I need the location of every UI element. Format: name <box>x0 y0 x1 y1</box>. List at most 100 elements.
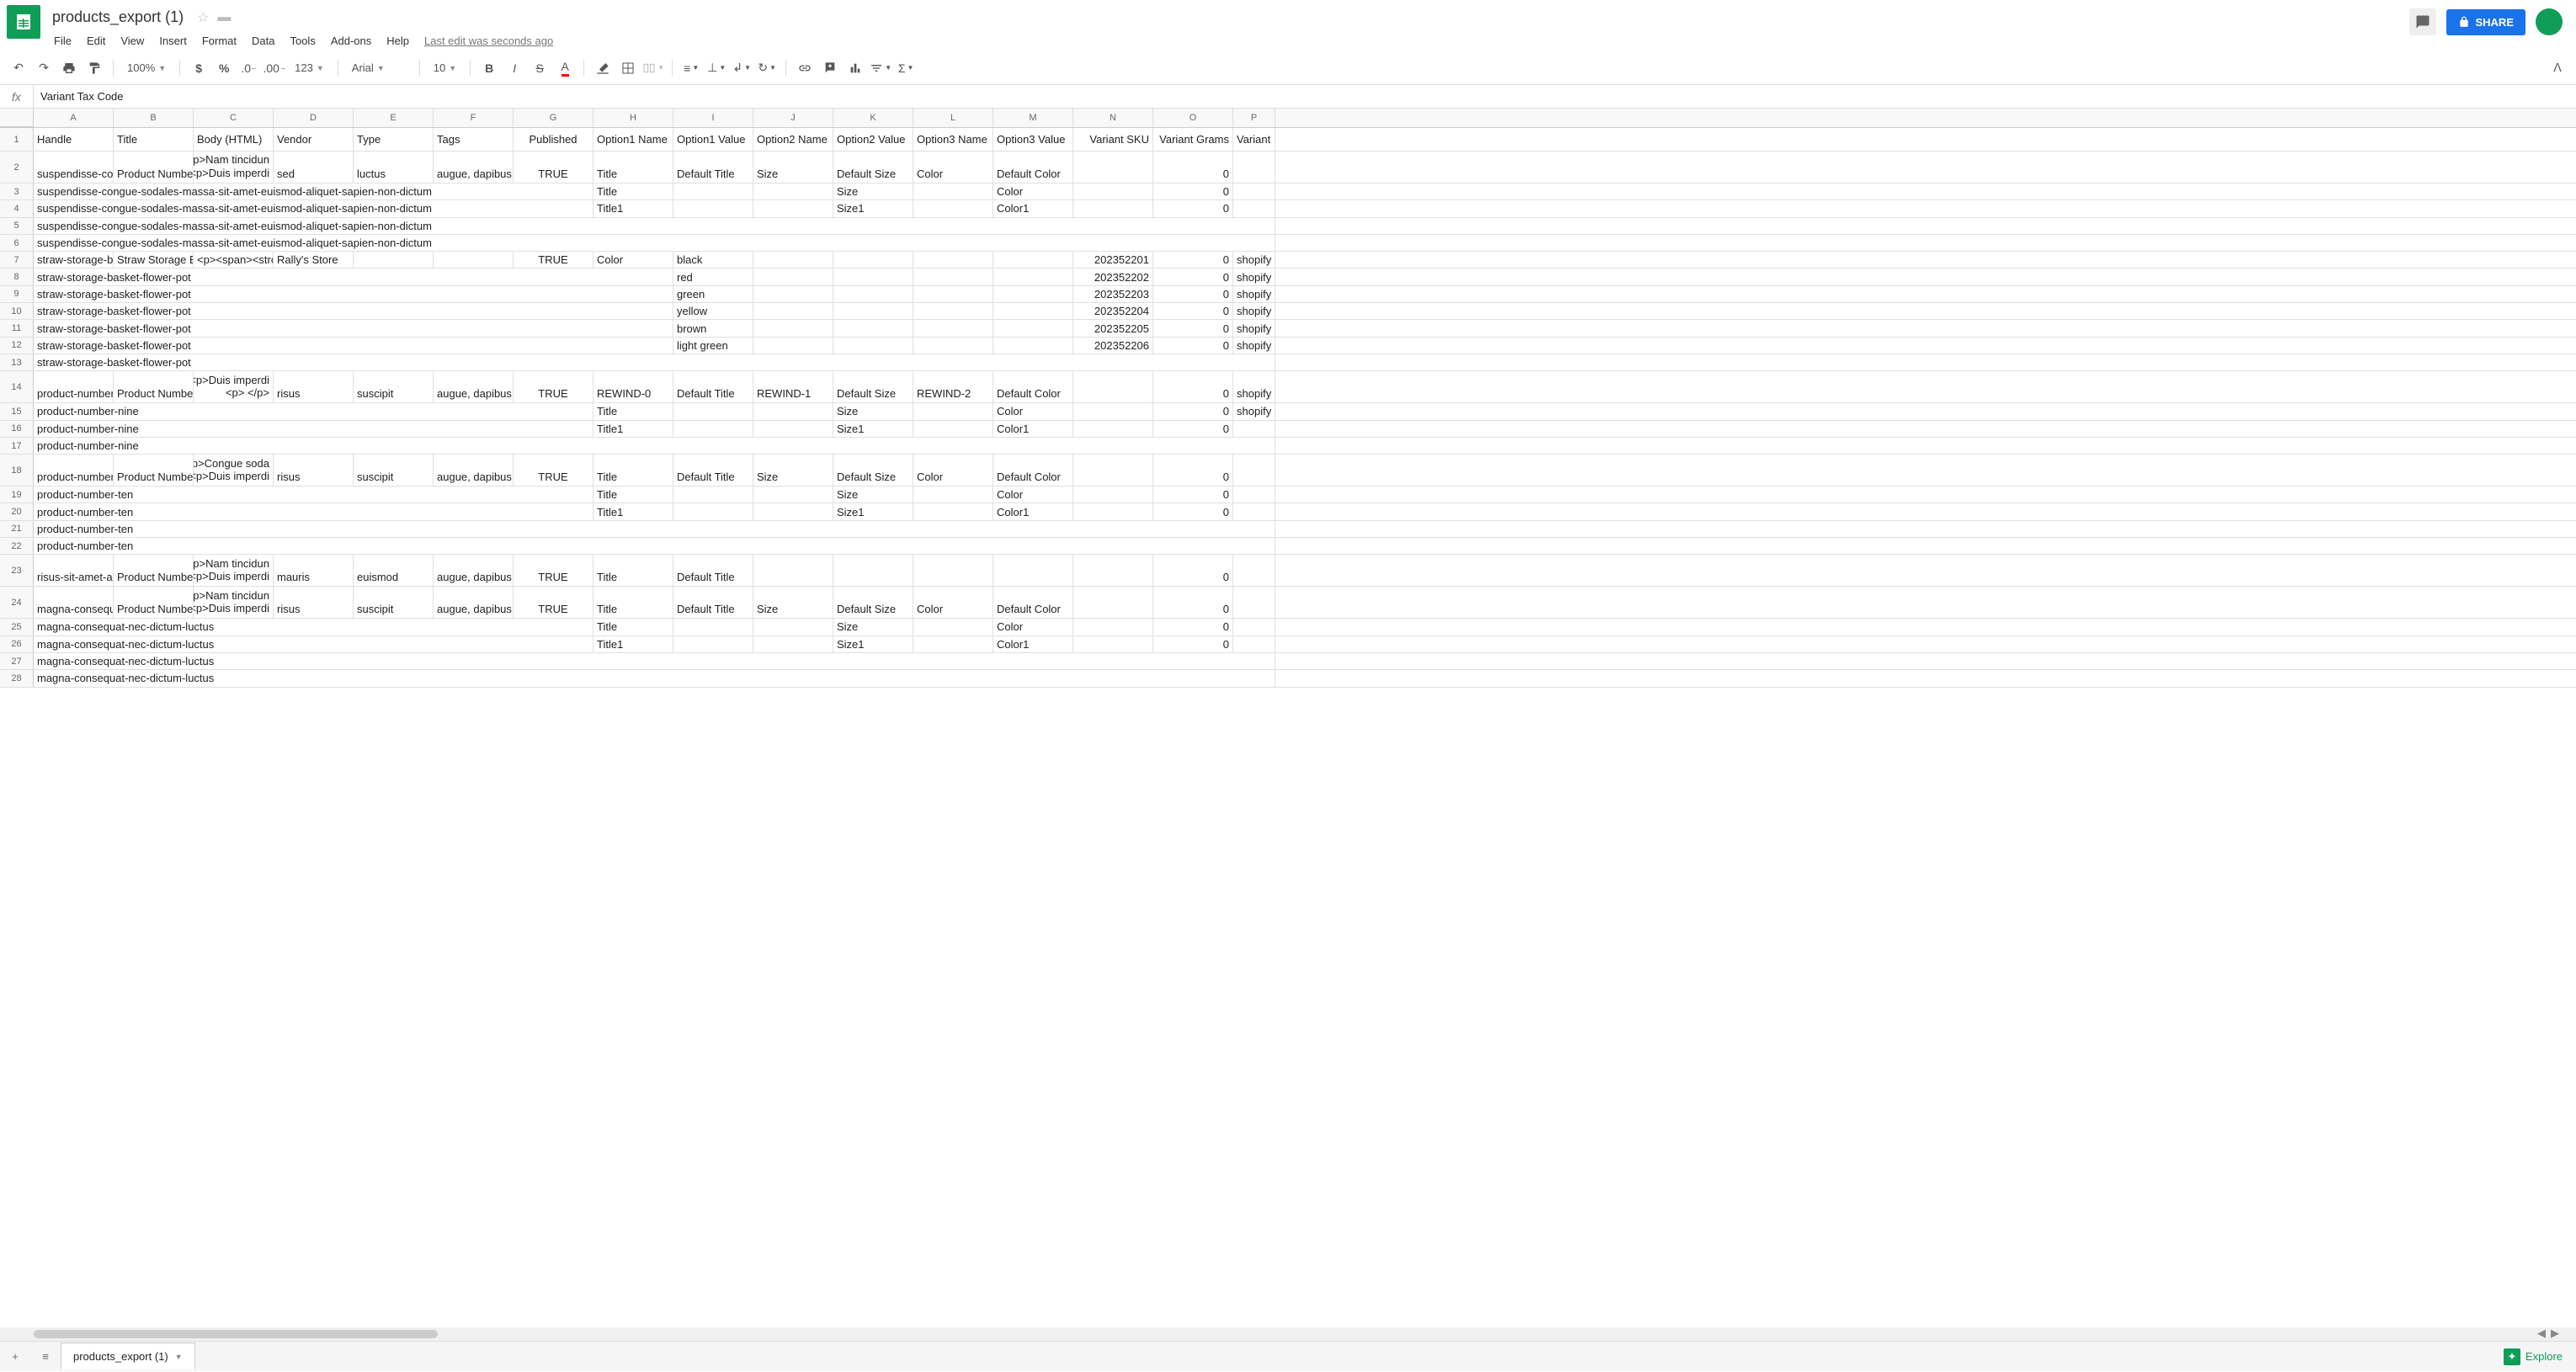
cell[interactable]: product-number-ten <box>34 521 1275 537</box>
cell[interactable]: 0 <box>1153 286 1233 302</box>
col-header-N[interactable]: N <box>1073 109 1153 127</box>
cell[interactable]: Size <box>753 152 833 183</box>
cell[interactable]: 202352205 <box>1073 320 1153 336</box>
cell[interactable]: 0 <box>1153 252 1233 268</box>
increase-decimal-button[interactable]: .00→ <box>263 56 286 80</box>
col-header-L[interactable]: L <box>913 109 993 127</box>
cell[interactable] <box>1073 371 1153 402</box>
cell[interactable]: suspendisse-congue-sodales-massa-sit-ame… <box>34 235 1275 251</box>
cell[interactable]: 0 <box>1153 619 1233 635</box>
cell[interactable]: 0 <box>1153 200 1233 216</box>
cell[interactable] <box>1073 200 1153 216</box>
cell[interactable]: 0 <box>1153 303 1233 319</box>
collapse-toolbar-button[interactable]: ᐱ <box>2546 56 2569 80</box>
cell[interactable]: product-number-nine <box>34 421 593 437</box>
cell[interactable] <box>993 303 1073 319</box>
row-header[interactable]: 17 <box>0 438 34 454</box>
cell[interactable] <box>1233 636 1275 652</box>
cell[interactable]: Variant SKU <box>1073 128 1153 151</box>
cell[interactable]: Title <box>593 183 673 199</box>
col-header-H[interactable]: H <box>593 109 673 127</box>
cell[interactable] <box>753 403 833 419</box>
cell[interactable]: 202352203 <box>1073 286 1153 302</box>
font-size-select[interactable]: 10▼ <box>427 61 463 74</box>
row-header[interactable]: 12 <box>0 338 34 354</box>
sheet-tab-menu-icon[interactable]: ▼ <box>175 1353 183 1361</box>
cell[interactable]: Color1 <box>993 421 1073 437</box>
cell[interactable] <box>673 636 753 652</box>
cell[interactable]: TRUE <box>514 371 593 402</box>
cell[interactable]: risus <box>274 587 354 618</box>
all-sheets-button[interactable]: ≡ <box>30 1342 61 1372</box>
col-header-K[interactable]: K <box>833 109 913 127</box>
last-edit[interactable]: Last edit was seconds ago <box>424 35 553 47</box>
cell[interactable] <box>913 183 993 199</box>
cell[interactable] <box>1073 455 1153 486</box>
col-header-M[interactable]: M <box>993 109 1073 127</box>
cell[interactable]: Color <box>993 619 1073 635</box>
cell[interactable] <box>753 269 833 285</box>
cell[interactable]: <p>Nam tincidun<p>Duis imperdi <box>194 587 274 618</box>
cell[interactable] <box>753 183 833 199</box>
cell[interactable] <box>673 200 753 216</box>
cell[interactable]: TRUE <box>514 455 593 486</box>
cell[interactable] <box>1233 455 1275 486</box>
row-header[interactable]: 10 <box>0 303 34 319</box>
row-header[interactable]: 20 <box>0 503 34 519</box>
cell[interactable]: 202352202 <box>1073 269 1153 285</box>
cell[interactable]: 0 <box>1153 183 1233 199</box>
menu-format[interactable]: Format <box>195 31 243 51</box>
cell[interactable] <box>1233 487 1275 503</box>
comments-button[interactable] <box>2409 8 2436 35</box>
row-header[interactable]: 26 <box>0 636 34 652</box>
cell[interactable]: 0 <box>1153 503 1233 519</box>
cell[interactable] <box>1233 200 1275 216</box>
row-header[interactable]: 9 <box>0 286 34 302</box>
cell[interactable]: 0 <box>1153 269 1233 285</box>
cell[interactable]: Size <box>753 455 833 486</box>
functions-button[interactable]: Σ▼ <box>894 56 918 80</box>
cell[interactable] <box>913 421 993 437</box>
cell[interactable]: shopify <box>1233 403 1275 419</box>
avatar[interactable] <box>2536 8 2563 35</box>
cell[interactable] <box>913 636 993 652</box>
cell[interactable]: Option1 Value <box>673 128 753 151</box>
cell[interactable] <box>833 286 913 302</box>
row-header[interactable]: 16 <box>0 421 34 437</box>
cell[interactable]: Title1 <box>593 636 673 652</box>
cell[interactable]: Title1 <box>593 503 673 519</box>
cell[interactable] <box>913 286 993 302</box>
cell[interactable]: 202352204 <box>1073 303 1153 319</box>
cell[interactable]: Straw Storage Ba <box>114 252 194 268</box>
cell[interactable]: Product Number <box>114 455 194 486</box>
cell[interactable]: Product Number <box>114 371 194 402</box>
col-header-C[interactable]: C <box>194 109 274 127</box>
row-header[interactable]: 8 <box>0 269 34 285</box>
cell[interactable] <box>1073 587 1153 618</box>
cell[interactable] <box>913 303 993 319</box>
cell[interactable]: Size1 <box>833 636 913 652</box>
cell[interactable]: 202352206 <box>1073 338 1153 354</box>
cell[interactable]: Title <box>593 403 673 419</box>
font-select[interactable]: Arial▼ <box>345 61 412 74</box>
share-button[interactable]: SHARE <box>2446 9 2525 35</box>
redo-button[interactable]: ↷ <box>32 56 56 80</box>
cell[interactable]: Default Title <box>673 587 753 618</box>
row-header[interactable]: 24 <box>0 587 34 618</box>
fx-label[interactable]: fx <box>0 85 34 108</box>
cell[interactable] <box>1233 503 1275 519</box>
explore-button[interactable]: ✦ Explore <box>2490 1348 2576 1365</box>
col-header-D[interactable]: D <box>274 109 354 127</box>
cell[interactable] <box>753 636 833 652</box>
valign-button[interactable]: ⊥▼ <box>705 56 728 80</box>
row-header[interactable]: 6 <box>0 235 34 251</box>
cell[interactable]: magna-consequat-nec-dictum-luctus <box>34 619 593 635</box>
cell[interactable] <box>913 403 993 419</box>
cell[interactable] <box>1073 183 1153 199</box>
cell[interactable]: mauris <box>274 555 354 586</box>
cell[interactable]: Color1 <box>993 636 1073 652</box>
cell[interactable]: straw-storage-basket-flower-pot <box>34 354 1275 370</box>
cell[interactable] <box>434 252 514 268</box>
cell[interactable]: 0 <box>1153 421 1233 437</box>
cell[interactable]: product-number-ten <box>34 503 593 519</box>
